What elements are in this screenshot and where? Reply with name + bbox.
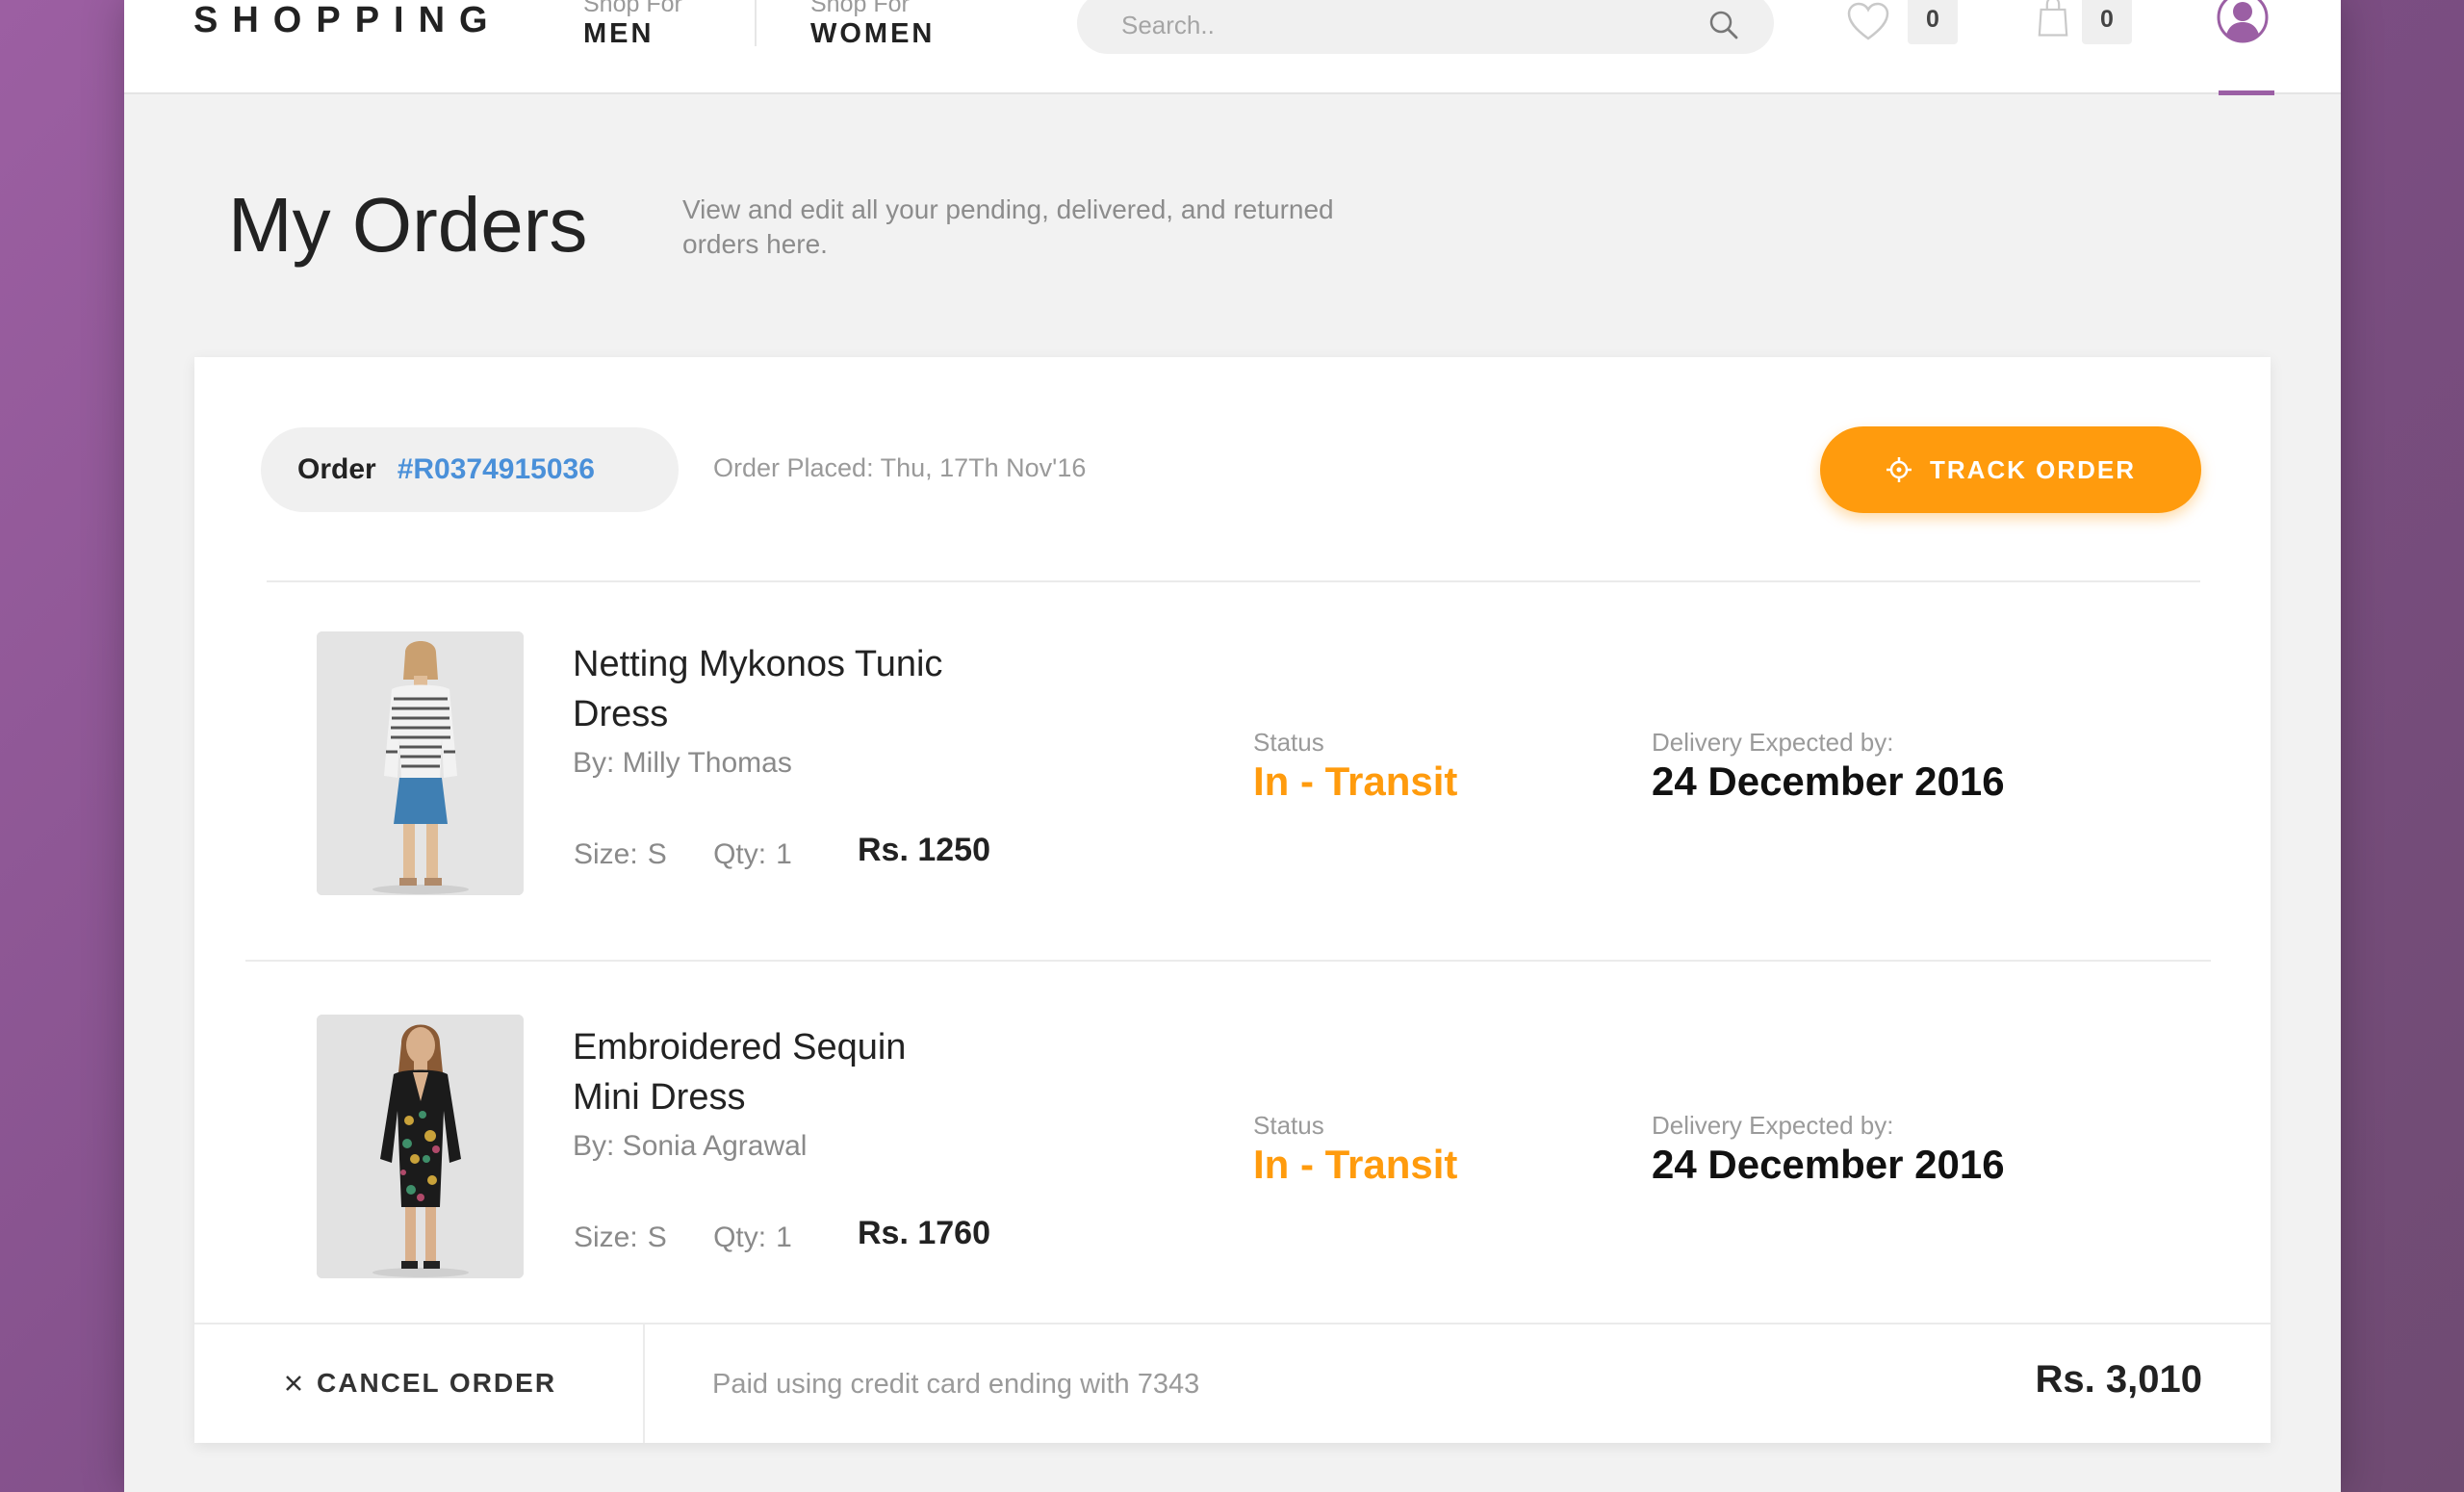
delivery-date: 24 December 2016 bbox=[1652, 759, 2005, 804]
heart-icon[interactable] bbox=[1845, 0, 1891, 44]
size-value: S bbox=[647, 838, 667, 870]
divider bbox=[194, 1323, 2271, 1325]
page-subtitle: View and edit all your pending, delivere… bbox=[682, 194, 1334, 259]
product-price: Rs. 1250 bbox=[858, 832, 990, 868]
product-designer: By: Sonia Agrawal bbox=[573, 1130, 808, 1162]
payment-info: Paid using credit card ending with 7343 bbox=[712, 1369, 1200, 1400]
status-label: Status bbox=[1253, 1111, 1324, 1140]
product-size-qty: Size: S Qty: 1 bbox=[574, 1222, 802, 1254]
order-item: Embroidered Sequin Mini Dress By: Sonia … bbox=[194, 1015, 2271, 1303]
product-size-qty: Size: S Qty: 1 bbox=[574, 838, 802, 871]
size-value: S bbox=[647, 1222, 667, 1253]
order-card: Order #R0374915036 Order Placed: Thu, 17… bbox=[194, 357, 2271, 1443]
divider bbox=[267, 580, 2200, 582]
footer-separator bbox=[643, 1325, 645, 1443]
qty-label: Qty: bbox=[713, 1222, 767, 1253]
cancel-order-label: CANCEL ORDER bbox=[317, 1368, 557, 1398]
nav-shop-women-label: WOMEN bbox=[810, 18, 936, 49]
product-image[interactable] bbox=[317, 631, 524, 895]
track-order-button[interactable]: TRACK ORDER bbox=[1820, 426, 2201, 513]
nav-divider bbox=[755, 0, 757, 46]
status-value: In - Transit bbox=[1253, 1142, 1458, 1187]
delivery-label: Delivery Expected by: bbox=[1652, 728, 1894, 757]
qty-label: Qty: bbox=[713, 838, 767, 870]
order-label: Order bbox=[297, 453, 376, 485]
close-icon bbox=[286, 1376, 301, 1391]
order-number-link[interactable]: #R0374915036 bbox=[398, 453, 595, 486]
shopping-bag-icon[interactable] bbox=[2030, 0, 2076, 39]
user-avatar-icon[interactable] bbox=[2215, 0, 2271, 46]
delivery-label: Delivery Expected by: bbox=[1652, 1111, 1894, 1140]
search-bar bbox=[1077, 0, 1774, 54]
delivery-date: 24 December 2016 bbox=[1652, 1142, 2005, 1187]
order-number-pill: Order #R0374915036 bbox=[261, 427, 679, 512]
cart-count-badge: 0 bbox=[2082, 0, 2132, 44]
product-image[interactable] bbox=[317, 1015, 524, 1278]
product-designer: By: Milly Thomas bbox=[573, 747, 792, 779]
product-name[interactable]: Netting Mykonos Tunic Dress bbox=[573, 639, 958, 739]
wishlist-count-badge: 0 bbox=[1908, 0, 1958, 44]
nav-shop-men-caption: Shop For bbox=[583, 0, 682, 17]
search-input[interactable] bbox=[1121, 8, 1660, 42]
track-order-label: TRACK ORDER bbox=[1929, 454, 2137, 484]
order-placed-date: Order Placed: Thu, 17Th Nov'16 bbox=[713, 453, 1087, 482]
nav-shop-women-caption: Shop For bbox=[810, 0, 910, 17]
status-label: Status bbox=[1253, 728, 1324, 757]
crosshair-icon bbox=[1886, 457, 1912, 482]
qty-value: 1 bbox=[776, 838, 792, 870]
size-label: Size: bbox=[574, 1222, 638, 1253]
order-total: Rs. 3,010 bbox=[2035, 1358, 2202, 1401]
top-navigation-bar: SHOPPING Shop For MEN Shop For WOMEN 0 0 bbox=[124, 0, 2341, 95]
nav-shop-men-label: MEN bbox=[583, 18, 654, 49]
size-label: Size: bbox=[574, 838, 638, 870]
product-photo-striped-top-denim-skirt bbox=[317, 631, 524, 895]
qty-value: 1 bbox=[776, 1222, 792, 1253]
cancel-order-button[interactable]: CANCEL ORDER bbox=[284, 1364, 556, 1402]
active-tab-indicator bbox=[2219, 90, 2274, 95]
product-name[interactable]: Embroidered Sequin Mini Dress bbox=[573, 1022, 958, 1122]
brand-logo[interactable]: SHOPPING bbox=[193, 0, 502, 41]
order-item: Netting Mykonos Tunic Dress By: Milly Th… bbox=[194, 631, 2271, 920]
product-photo-sequin-mini-dress bbox=[317, 1015, 524, 1278]
status-value: In - Transit bbox=[1253, 759, 1458, 804]
divider bbox=[245, 960, 2211, 962]
nav-shop-men[interactable]: Shop For MEN bbox=[583, 0, 682, 50]
nav-shop-women[interactable]: Shop For WOMEN bbox=[810, 0, 935, 50]
product-price: Rs. 1760 bbox=[858, 1215, 990, 1251]
page-title: My Orders bbox=[228, 182, 588, 268]
search-icon[interactable] bbox=[1707, 8, 1741, 42]
app-window: SHOPPING Shop For MEN Shop For WOMEN 0 0 bbox=[124, 0, 2341, 1492]
